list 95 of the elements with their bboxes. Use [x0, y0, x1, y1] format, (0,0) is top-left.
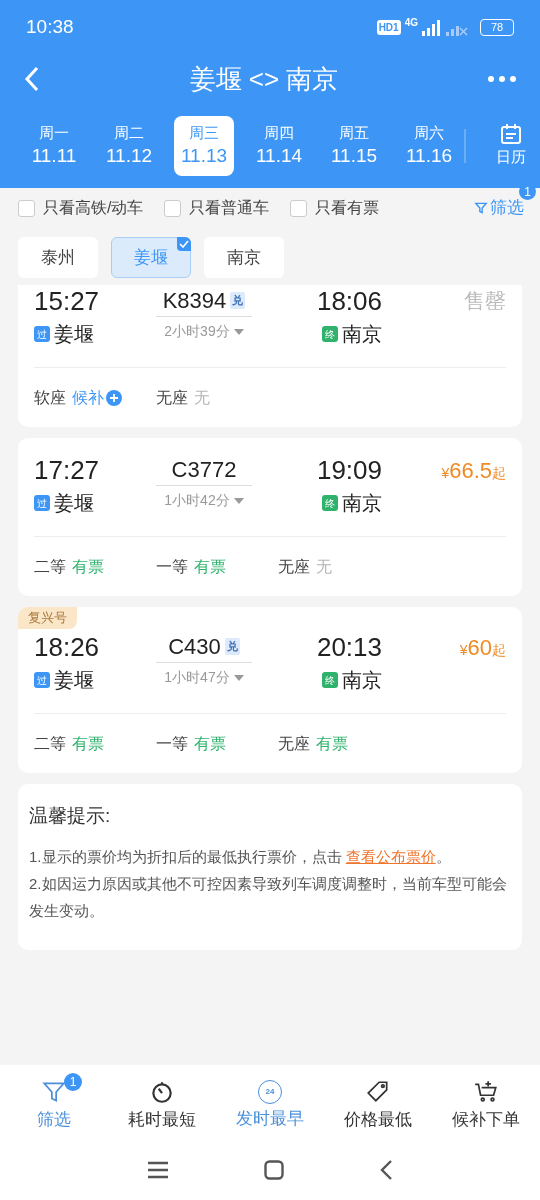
add-icon[interactable] [106, 389, 122, 406]
arrival-time: 18:06 [316, 285, 382, 317]
price: ¥66.5起 [441, 457, 506, 485]
caret-icon [233, 328, 244, 335]
date-tab[interactable]: 周六 11.16 [399, 115, 459, 176]
seat-class: 二等 [34, 556, 66, 577]
terminal-tag: 终 [322, 326, 338, 342]
duration-dropdown[interactable]: 1小时47分 [164, 667, 244, 688]
departure-station: 姜堰 [54, 668, 94, 693]
exchange-tag: 兑 [230, 292, 246, 309]
bottom-nav-item[interactable]: 候补下单 [432, 1072, 540, 1133]
back-icon[interactable] [378, 1159, 393, 1181]
back-icon [24, 66, 40, 92]
tip-text: 2.如因运力原因或其他不可控因素导致列车调度调整时，当前车型可能会发生变动。 [29, 873, 508, 921]
arrival-station: 南京 [342, 322, 382, 347]
filter-icon [474, 201, 488, 215]
date-tab[interactable]: 周五 11.15 [324, 115, 384, 176]
home-icon[interactable] [264, 1160, 284, 1180]
calendar-button[interactable]: 日历 [496, 122, 526, 169]
checkbox[interactable] [164, 199, 182, 217]
date-tab[interactable]: 周一 11.11 [24, 115, 84, 176]
bottom-nav-item[interactable]: 24 发时最早 [216, 1073, 324, 1132]
price-tag-icon [365, 1078, 391, 1105]
seat-class: 一等 [156, 733, 188, 754]
page-title: 姜堰 <> 南京 [188, 62, 340, 96]
seat-availability: 有票 [194, 556, 226, 577]
arrival-station: 南京 [342, 491, 382, 516]
bottom-nav-item[interactable]: 价格最低 [324, 1072, 432, 1133]
seat-availability[interactable]: 候补 [72, 385, 104, 410]
exchange-tag: 兑 [224, 638, 240, 655]
train-number: K8394 [162, 287, 227, 315]
published-fare-link[interactable]: 查看公布票价 [345, 847, 436, 865]
seat-class: 二等 [34, 733, 66, 754]
departure-time: 17:27 [34, 454, 101, 486]
bottom-nav-item[interactable]: 耗时最短 [108, 1072, 216, 1133]
seat-availability: 有票 [72, 556, 104, 577]
train-badge: 复兴号 [18, 607, 77, 629]
terminal-tag: 终 [322, 672, 338, 688]
checkbox[interactable] [18, 199, 35, 217]
filter-checkbox[interactable]: 只看有票 [290, 196, 380, 220]
departure-time: 18:26 [34, 631, 101, 663]
date-tab[interactable]: 周三 11.13 [174, 115, 234, 176]
seat-class: 无座 [156, 387, 188, 408]
station-chip[interactable]: 南京 [204, 237, 284, 278]
count-badge: 1 [64, 1072, 82, 1091]
train-number: C430 [168, 633, 221, 661]
price: ¥60起 [459, 634, 506, 662]
filter-checkbox[interactable]: 只看高铁/动车 [18, 196, 144, 220]
filter-button[interactable]: 筛选 1 [474, 183, 536, 221]
seat-class: 一等 [156, 556, 188, 577]
departure-station: 姜堰 [54, 491, 94, 516]
status-time: 10:38 [26, 15, 74, 40]
seat-class: 无座 [278, 733, 310, 754]
pass-through-tag: 过 [34, 672, 50, 688]
menu-icon[interactable] [147, 1161, 170, 1179]
pass-through-tag: 过 [34, 326, 50, 342]
filter-checkbox[interactable]: 只看普通车 [164, 196, 270, 220]
cart-icon [473, 1078, 499, 1105]
tips-title: 温馨提示: [29, 804, 112, 828]
check-icon [177, 237, 191, 251]
train-card[interactable]: 复兴号 18:26 过 姜堰 C430 兑 1小时47分 20:13 终 南京 ¥60起 二等 有票 一等 有票 无座 有票 [18, 607, 522, 773]
station-chip[interactable]: 泰州 [18, 237, 98, 278]
departure-station: 姜堰 [54, 322, 94, 347]
tip-text: 1.显示的票价均为折扣后的最低执行票价，点击 查看公布票价。 [29, 846, 452, 867]
calendar-icon [499, 122, 523, 147]
arrival-time: 19:09 [316, 454, 382, 486]
network-label: 4G [404, 16, 418, 30]
sold-out-label: 售罄 [464, 288, 506, 314]
pass-through-tag: 过 [34, 495, 50, 511]
duration-dropdown[interactable]: 1小时42分 [164, 490, 244, 511]
seat-availability: 有票 [194, 733, 226, 754]
checkbox[interactable] [290, 199, 308, 217]
seat-class: 无座 [278, 556, 310, 577]
caret-icon [233, 674, 244, 681]
arrival-station: 南京 [342, 668, 382, 693]
train-card[interactable]: 15:27 过 姜堰 K8394 兑 2小时39分 18:06 终 南京 售罄 软座 候补 无座 无 [18, 285, 522, 427]
duration-dropdown[interactable]: 2小时39分 [164, 321, 244, 342]
train-card[interactable]: 17:27 过 姜堰 C3772 1小时42分 19:09 终 南京 ¥66.5起 二等 有票 一等 有票 无座 无 [18, 438, 522, 596]
station-chip[interactable]: 姜堰 [111, 237, 191, 278]
date-tab[interactable]: 周四 11.14 [249, 115, 309, 176]
date-tab[interactable]: 周二 11.12 [99, 115, 159, 176]
bottom-nav-item[interactable]: 筛选 1 [0, 1072, 108, 1133]
seat-availability: 有票 [72, 733, 104, 754]
seat-availability: 无 [316, 556, 332, 577]
battery-indicator: 78 [480, 19, 514, 36]
departure-time: 15:27 [34, 285, 101, 317]
train-number: C3772 [171, 456, 237, 484]
seat-availability: 无 [194, 387, 210, 408]
terminal-tag: 终 [322, 495, 338, 511]
seat-class: 软座 [34, 387, 66, 408]
arrival-time: 20:13 [316, 631, 382, 663]
hd-indicator: HD1 [376, 20, 401, 35]
seat-availability: 有票 [316, 733, 348, 754]
caret-icon [233, 497, 244, 504]
signal-icon [422, 19, 468, 36]
